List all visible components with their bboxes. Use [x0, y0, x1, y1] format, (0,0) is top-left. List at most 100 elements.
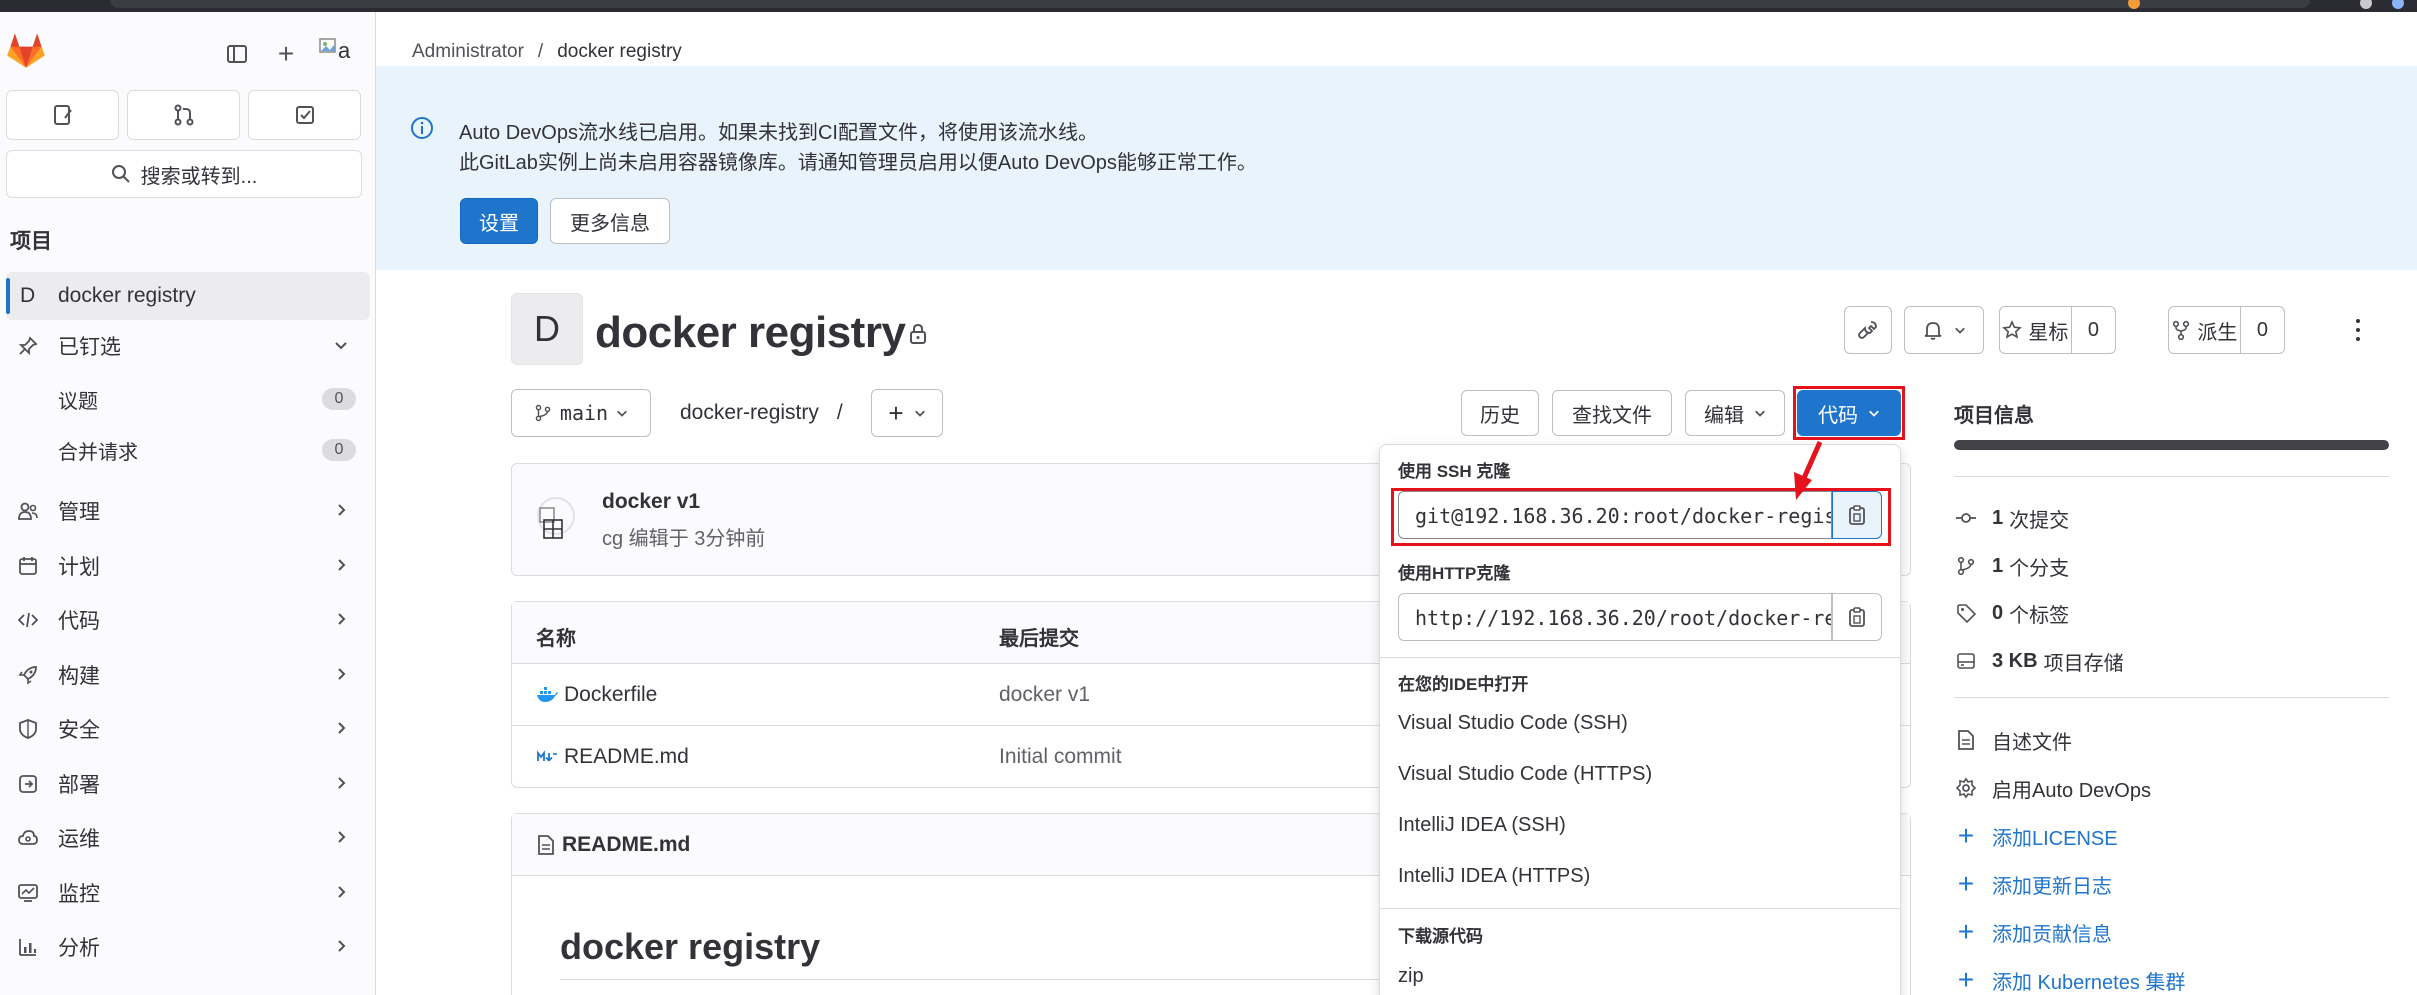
plus-icon: +	[1957, 916, 1975, 947]
download-zip-item[interactable]: zip	[1398, 965, 1424, 988]
history-button[interactable]: 历史	[1461, 390, 1539, 436]
sidebar-item-analyze[interactable]: 分析	[0, 924, 376, 970]
add-kubernetes-cluster-link[interactable]: + 添加 Kubernetes 集群	[1954, 964, 2186, 995]
more-info-button[interactable]: 更多信息	[550, 198, 670, 244]
breadcrumb-current[interactable]: docker registry	[557, 41, 682, 63]
enable-auto-devops-link[interactable]: 启用Auto DevOps	[1954, 773, 2151, 803]
edit-dropdown[interactable]: 编辑	[1685, 390, 1785, 436]
annotation-arrow-icon	[1794, 440, 1823, 500]
star-button-group: 星标 0	[1999, 306, 2116, 354]
file-icon	[538, 835, 554, 855]
sidebar-item-label: 议题	[58, 390, 98, 413]
pin-icon	[16, 334, 40, 358]
file-commit-link[interactable]: Initial commit	[999, 745, 1122, 769]
storage-icon	[1954, 649, 1978, 673]
lock-icon	[908, 323, 928, 351]
sidebar: + a 搜索或转到... 项目 D docker registry 已钉选 议题…	[0, 12, 376, 995]
sidebar-tab-todos[interactable]	[248, 90, 361, 140]
shield-icon	[16, 717, 40, 741]
plus-icon: +	[1957, 820, 1975, 851]
commits-stat[interactable]: 1 次提交	[1954, 503, 2069, 533]
todo-icon	[295, 106, 314, 124]
count-badge: 0	[322, 388, 356, 410]
branch-name: main	[559, 401, 609, 425]
settings-button[interactable]: 设置	[460, 198, 538, 244]
add-changelog-link[interactable]: + 添加更新日志	[1954, 868, 2112, 899]
docker-icon	[537, 687, 558, 702]
project-settings-button[interactable]	[1844, 306, 1892, 354]
add-license-link[interactable]: + 添加LICENSE	[1954, 820, 2118, 851]
breadcrumb-link-parent[interactable]: Administrator	[412, 41, 524, 63]
commit-author-avatar[interactable]	[534, 494, 578, 544]
fork-count[interactable]: 0	[2241, 307, 2284, 353]
open-intellij-https-item[interactable]: IntelliJ IDEA (HTTPS)	[1398, 865, 1590, 888]
highlight-box-code-button	[1793, 386, 1905, 440]
gitlab-logo-icon[interactable]	[6, 30, 46, 70]
fork-label: 派生	[2197, 321, 2238, 344]
fork-button[interactable]: 派生	[2169, 307, 2240, 353]
branches-stat[interactable]: 1 个分支	[1954, 551, 2069, 581]
commit-title-link[interactable]: docker v1	[602, 490, 700, 514]
link-label: 启用Auto DevOps	[1992, 779, 2151, 802]
storage-stat[interactable]: 3 KB 项目存储	[1954, 646, 2124, 676]
sidebar-item-security[interactable]: 安全	[0, 706, 376, 752]
sidebar-item-build[interactable]: 构建	[0, 652, 376, 698]
broken-image-icon	[319, 38, 336, 53]
copy-http-url-button[interactable]	[1832, 593, 1882, 641]
chevron-down-icon	[914, 410, 925, 417]
add-to-tree-dropdown[interactable]: +	[871, 389, 943, 437]
add-contributing-link[interactable]: + 添加贡献信息	[1954, 916, 2112, 947]
sidebar-item-code[interactable]: 代码	[0, 597, 376, 643]
chevron-down-icon	[334, 334, 348, 358]
open-vscode-ssh-item[interactable]: Visual Studio Code (SSH)	[1398, 712, 1628, 735]
browser-extension-icon[interactable]	[2392, 0, 2404, 9]
search-icon	[111, 165, 130, 183]
open-vscode-https-item[interactable]: Visual Studio Code (HTTPS)	[1398, 763, 1652, 786]
chevron-down-icon	[1955, 327, 1965, 334]
star-button[interactable]: 星标	[2000, 307, 2071, 353]
sidebar-tab-merge-requests[interactable]	[127, 90, 240, 140]
user-avatar[interactable]: a	[316, 32, 360, 76]
edit-label: 编辑	[1704, 404, 1744, 427]
alert-message-line1: Auto DevOps流水线已启用。如果未找到CI配置文件，将使用该流水线。	[459, 122, 1098, 144]
create-new-plus-icon[interactable]: +	[266, 34, 306, 74]
sidebar-item-manage[interactable]: 管理	[0, 488, 376, 534]
commits-count: 1	[1992, 506, 2004, 529]
tags-stat[interactable]: 0 个标签	[1954, 598, 2069, 628]
link-label: 添加 Kubernetes 集群	[1992, 971, 2186, 994]
sidebar-item-current-project[interactable]: D docker registry	[6, 272, 370, 320]
file-commit-link[interactable]: docker v1	[999, 683, 1090, 707]
browser-extension-icon[interactable]	[2360, 0, 2372, 9]
tags-count: 0	[1992, 601, 2004, 624]
branch-selector[interactable]: main	[511, 389, 651, 437]
cloud-icon	[16, 826, 40, 850]
notification-dropdown[interactable]	[1904, 306, 1984, 354]
divider	[1954, 697, 2389, 698]
sidebar-item-pinned[interactable]: 已钉选	[0, 323, 376, 369]
file-name-link[interactable]: Dockerfile	[564, 683, 657, 707]
sidebar-item-issues[interactable]: 议题 0	[0, 377, 376, 421]
browser-address-bar[interactable]	[110, 0, 2310, 8]
file-name-link[interactable]: README.md	[564, 745, 689, 769]
auto-devops-alert: Auto DevOps流水线已启用。如果未找到CI配置文件，将使用该流水线。 此…	[376, 66, 2417, 270]
sidebar-item-operate[interactable]: 运维	[0, 815, 376, 861]
sidebar-tab-issues[interactable]	[6, 90, 119, 140]
repo-path-link[interactable]: docker-registry	[680, 401, 819, 425]
sidebar-item-plan[interactable]: 计划	[0, 543, 376, 589]
open-intellij-ssh-item[interactable]: IntelliJ IDEA (SSH)	[1398, 814, 1566, 837]
sidebar-item-monitor[interactable]: 监控	[0, 870, 376, 916]
sidebar-item-merge-requests[interactable]: 合并请求 0	[0, 428, 376, 472]
sidebar-item-label: 代码	[58, 610, 100, 633]
star-count[interactable]: 0	[2072, 307, 2115, 353]
sidebar-item-deploy[interactable]: 部署	[0, 761, 376, 807]
divider	[1380, 908, 1900, 909]
plus-icon: +	[1957, 868, 1975, 899]
search-button[interactable]: 搜索或转到...	[6, 150, 362, 198]
fork-icon	[2173, 320, 2190, 340]
readme-filename[interactable]: README.md	[562, 833, 690, 857]
find-file-button[interactable]: 查找文件	[1552, 390, 1672, 436]
readme-link[interactable]: 自述文件	[1954, 725, 2072, 755]
more-actions-kebab-icon[interactable]	[2348, 316, 2368, 344]
http-clone-url-field[interactable]: http://192.168.36.20/root/docker-registr…	[1398, 593, 1832, 641]
sidebar-toggle-icon[interactable]	[217, 34, 257, 74]
